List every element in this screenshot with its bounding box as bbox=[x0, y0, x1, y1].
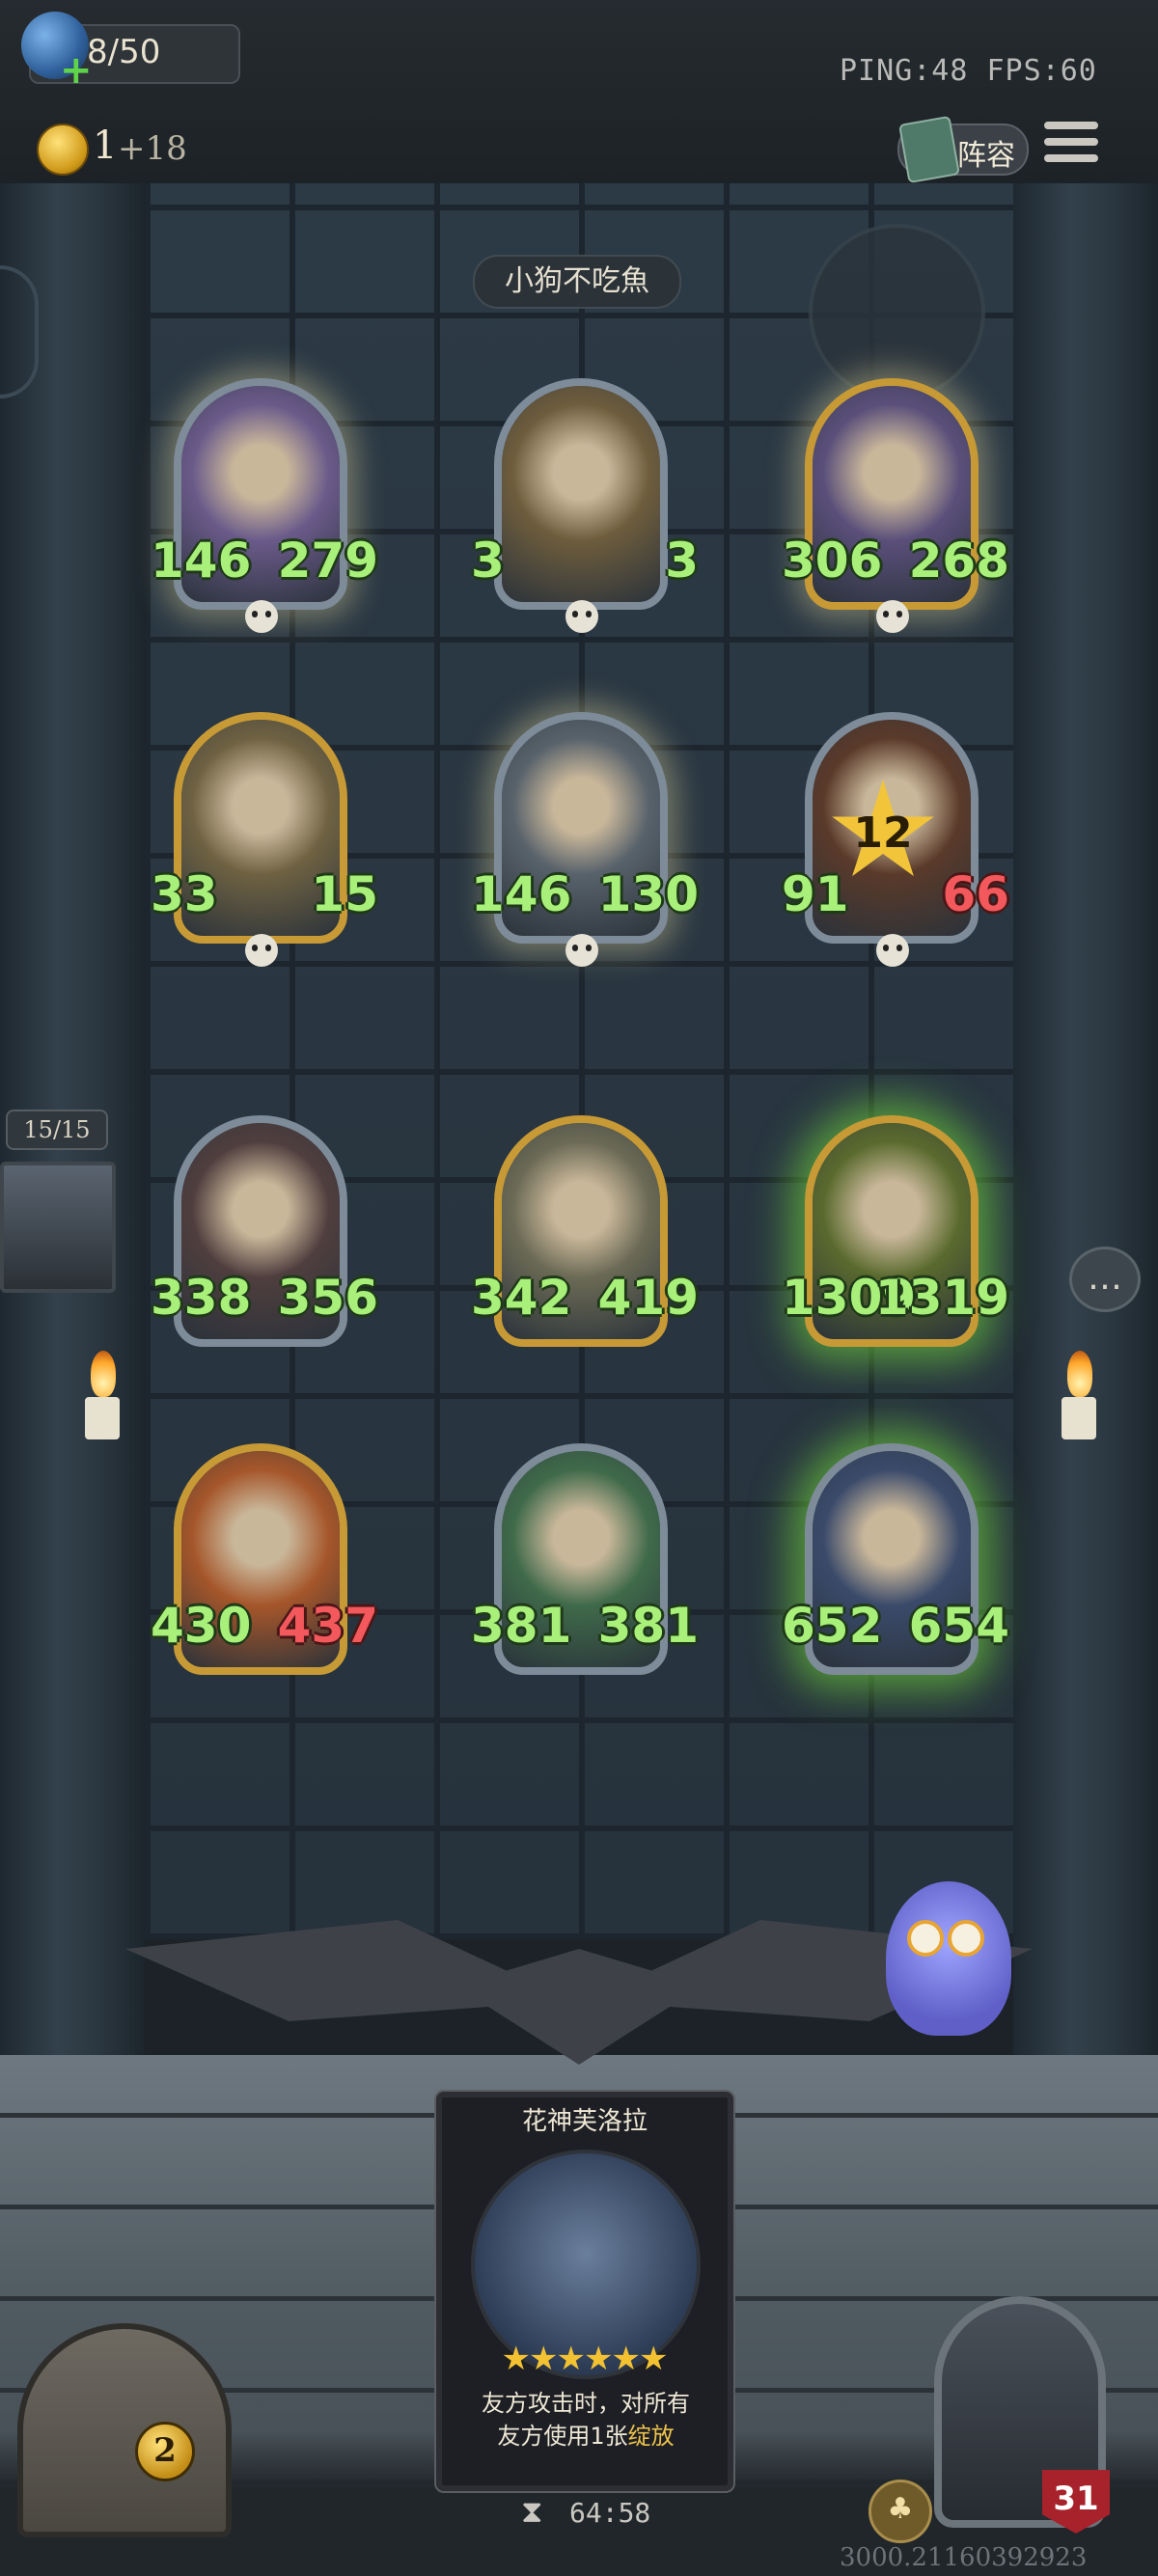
coin-icon bbox=[37, 123, 89, 176]
right-pillar bbox=[1013, 183, 1158, 2074]
book-icon bbox=[898, 115, 960, 184]
unit-card[interactable]: 342 419 bbox=[471, 1115, 699, 1376]
unit-health: 1319 bbox=[874, 1270, 1009, 1326]
turn-timer: 64:58 bbox=[569, 2497, 651, 2529]
unit-card[interactable]: 338 356 bbox=[151, 1115, 378, 1376]
skull-icon bbox=[245, 934, 278, 967]
unit-card[interactable]: 146 130 bbox=[471, 712, 699, 973]
unit-portrait bbox=[502, 386, 660, 602]
unit-health: 654 bbox=[908, 1598, 1009, 1654]
unit-health: 66 bbox=[942, 866, 1009, 922]
card-description: 友方攻击时，对所有 友方使用1张绽放 bbox=[446, 2387, 726, 2453]
unit-attack: 146 bbox=[151, 533, 252, 589]
skull-icon bbox=[876, 934, 909, 967]
card-name: 花神芙洛拉 bbox=[521, 2107, 648, 2136]
unit-card[interactable]: 1309 1319 bbox=[782, 1115, 1009, 1376]
flame-icon bbox=[1067, 1351, 1092, 1397]
unit-attack: 3 bbox=[471, 533, 505, 589]
unit-attack: 338 bbox=[151, 1270, 252, 1326]
lineup-label: 阵容 bbox=[957, 139, 1015, 173]
unit-attack: 91 bbox=[782, 866, 849, 922]
unit-attack: 33 bbox=[151, 866, 218, 922]
skull-icon bbox=[245, 600, 278, 633]
unit-card[interactable]: 33 15 bbox=[151, 712, 378, 973]
card-desc-line2: 友方使用1张绽放 bbox=[446, 2420, 726, 2453]
skull-icon bbox=[876, 600, 909, 633]
flame-icon bbox=[91, 1351, 116, 1397]
unit-frame bbox=[494, 378, 668, 610]
network-info: PING:48 FPS:60 bbox=[840, 54, 1097, 88]
bell-icon[interactable]: ♣ bbox=[868, 2480, 932, 2543]
unit-health: 15 bbox=[311, 866, 378, 922]
hourglass-icon: ⧗ bbox=[521, 2493, 543, 2530]
skull-icon bbox=[565, 600, 598, 633]
card-desc-line1: 友方攻击时，对所有 bbox=[482, 2390, 690, 2417]
unit-card[interactable]: 33 bbox=[471, 378, 699, 639]
unit-attack: 342 bbox=[471, 1270, 572, 1326]
unit-health: 3 bbox=[665, 533, 699, 589]
side-counter: 15/15 bbox=[6, 1110, 108, 1150]
unit-card[interactable]: 381 381 bbox=[471, 1443, 699, 1704]
hero-ability-slot[interactable] bbox=[809, 224, 985, 400]
card-keyword: 绽放 bbox=[627, 2423, 675, 2450]
side-avatar[interactable] bbox=[0, 1162, 116, 1293]
coin-bonus: +18 bbox=[118, 129, 187, 168]
unit-attack: 306 bbox=[782, 533, 883, 589]
skull-icon bbox=[565, 934, 598, 967]
unit-card[interactable]: 306 268 bbox=[782, 378, 1009, 639]
unit-attack: 652 bbox=[782, 1598, 883, 1654]
card-desc-prefix: 友方使用1张 bbox=[497, 2423, 628, 2450]
side-ring bbox=[0, 265, 39, 398]
torch-right bbox=[1050, 1351, 1108, 1466]
energy-text: 8/50 bbox=[87, 33, 161, 71]
unit-health: 419 bbox=[597, 1270, 699, 1326]
unit-card[interactable]: 430 437 bbox=[151, 1443, 378, 1704]
coin-count: 1 bbox=[93, 123, 118, 168]
seed-text: 3000.21160392923 bbox=[840, 2543, 1088, 2572]
unit-health: 279 bbox=[277, 533, 378, 589]
unit-card[interactable]: 12 91 66 bbox=[782, 712, 1009, 973]
unit-health: 268 bbox=[908, 533, 1009, 589]
card-stars: ★★★★★★ bbox=[501, 2340, 669, 2378]
unit-health: 356 bbox=[277, 1270, 378, 1326]
unit-attack: 381 bbox=[471, 1598, 572, 1654]
owl-eyes bbox=[907, 1920, 990, 1962]
chest-icon[interactable] bbox=[17, 2323, 232, 2537]
unit-attack: 146 bbox=[471, 866, 572, 922]
candle bbox=[1062, 1397, 1096, 1439]
candle bbox=[85, 1397, 120, 1439]
unit-health: 381 bbox=[597, 1598, 699, 1654]
torch-left bbox=[73, 1351, 131, 1466]
unit-health: 130 bbox=[597, 866, 699, 922]
menu-icon[interactable] bbox=[1044, 122, 1098, 170]
unit-health: 437 bbox=[277, 1598, 378, 1654]
star-level: 12 bbox=[853, 808, 913, 858]
unit-card[interactable]: 652 654 bbox=[782, 1443, 1009, 1704]
unit-card[interactable]: 146 279 bbox=[151, 378, 378, 639]
chest-count-badge: 2 bbox=[135, 2422, 195, 2481]
chat-bubble-icon[interactable]: … bbox=[1069, 1247, 1141, 1312]
unit-attack: 430 bbox=[151, 1598, 252, 1654]
opponent-name: 小狗不吃魚 bbox=[473, 255, 681, 309]
